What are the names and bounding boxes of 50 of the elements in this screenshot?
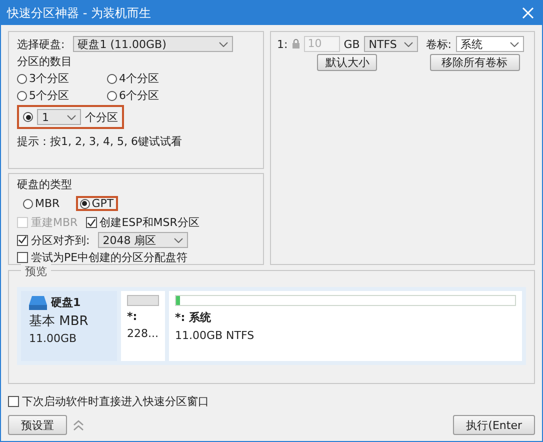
partition-bar — [127, 295, 159, 306]
hint-text: 提示：按1, 2, 3, 4, 5, 6键试试看 — [17, 134, 183, 149]
partition-info: 11.00GB NTFS — [175, 329, 256, 342]
count-dropdown[interactable]: 1 — [37, 109, 81, 125]
partition-count-label: 分区的数目 — [17, 54, 73, 69]
execute-button[interactable]: 执行(Enter — [453, 415, 535, 435]
window-title: 快速分区神器 - 为装机而生 — [7, 4, 152, 22]
double-chevron-icon[interactable] — [73, 420, 84, 430]
volume-label-dropdown[interactable]: 系统 — [456, 36, 524, 52]
partition-name: *: 系统 — [175, 310, 212, 325]
count-suffix: 个分区 — [85, 110, 118, 124]
caret-icon — [510, 42, 519, 46]
partition-count-radio[interactable]: 6个分区 — [107, 88, 197, 103]
assign-checkbox[interactable]: 尝试为PE中创建的分区分配盘符 — [17, 250, 255, 265]
close-icon[interactable] — [522, 7, 534, 19]
caret-icon — [218, 42, 228, 46]
preview-title: 预览 — [21, 264, 51, 279]
partition-info: 228... — [127, 327, 159, 340]
partition-count-radio[interactable]: 5个分区 — [17, 88, 107, 103]
partition-card[interactable]: *: 228... — [121, 291, 165, 361]
disk-dropdown[interactable]: 硬盘1 (11.00GB) — [72, 36, 233, 52]
partition-name: *: — [127, 310, 138, 323]
disk-type-radio[interactable]: GPT — [80, 197, 114, 210]
radio-button[interactable] — [23, 112, 33, 122]
disk-type: 基本 MBR — [29, 313, 90, 330]
disk-type-radio[interactable]: MBR — [23, 197, 60, 210]
partition-card[interactable]: *: 系统 11.00GB NTFS — [169, 291, 522, 361]
caret-icon — [404, 42, 413, 46]
startup-checkbox[interactable]: 下次启动软件时直接进入快速分区窗口 — [8, 394, 535, 409]
disk-type-label: 硬盘的类型 — [17, 177, 73, 192]
disk-label: 选择硬盘: — [17, 36, 65, 52]
align-dropdown[interactable]: 2048 扇区 — [98, 232, 188, 248]
partition-count-radio[interactable]: 3个分区 — [17, 71, 107, 86]
volume-label-caption: 卷标: — [426, 36, 452, 52]
disk-card[interactable]: 硬盘1 基本 MBR 11.00GB — [21, 291, 117, 361]
remove-labels-button[interactable]: 移除所有卷标 — [430, 54, 520, 71]
default-size-button[interactable]: 默认大小 — [317, 54, 378, 71]
caret-icon — [67, 114, 76, 120]
caret-icon — [174, 238, 183, 242]
size-unit: GB — [344, 38, 360, 50]
option-checkbox[interactable]: 创建ESP和MSR分区 — [86, 215, 200, 230]
preset-button[interactable]: 预设置 — [8, 415, 67, 435]
disk-name: 硬盘1 — [51, 295, 81, 310]
disk-icon — [29, 296, 47, 310]
partition-index: 1: — [277, 38, 288, 50]
partition-count-radio[interactable]: 4个分区 — [107, 71, 197, 86]
disk-size: 11.00GB — [29, 332, 78, 345]
filesystem-dropdown[interactable]: NTFS — [364, 36, 418, 52]
lock-icon — [292, 39, 300, 49]
align-checkbox[interactable]: 分区对齐到: — [17, 232, 90, 248]
